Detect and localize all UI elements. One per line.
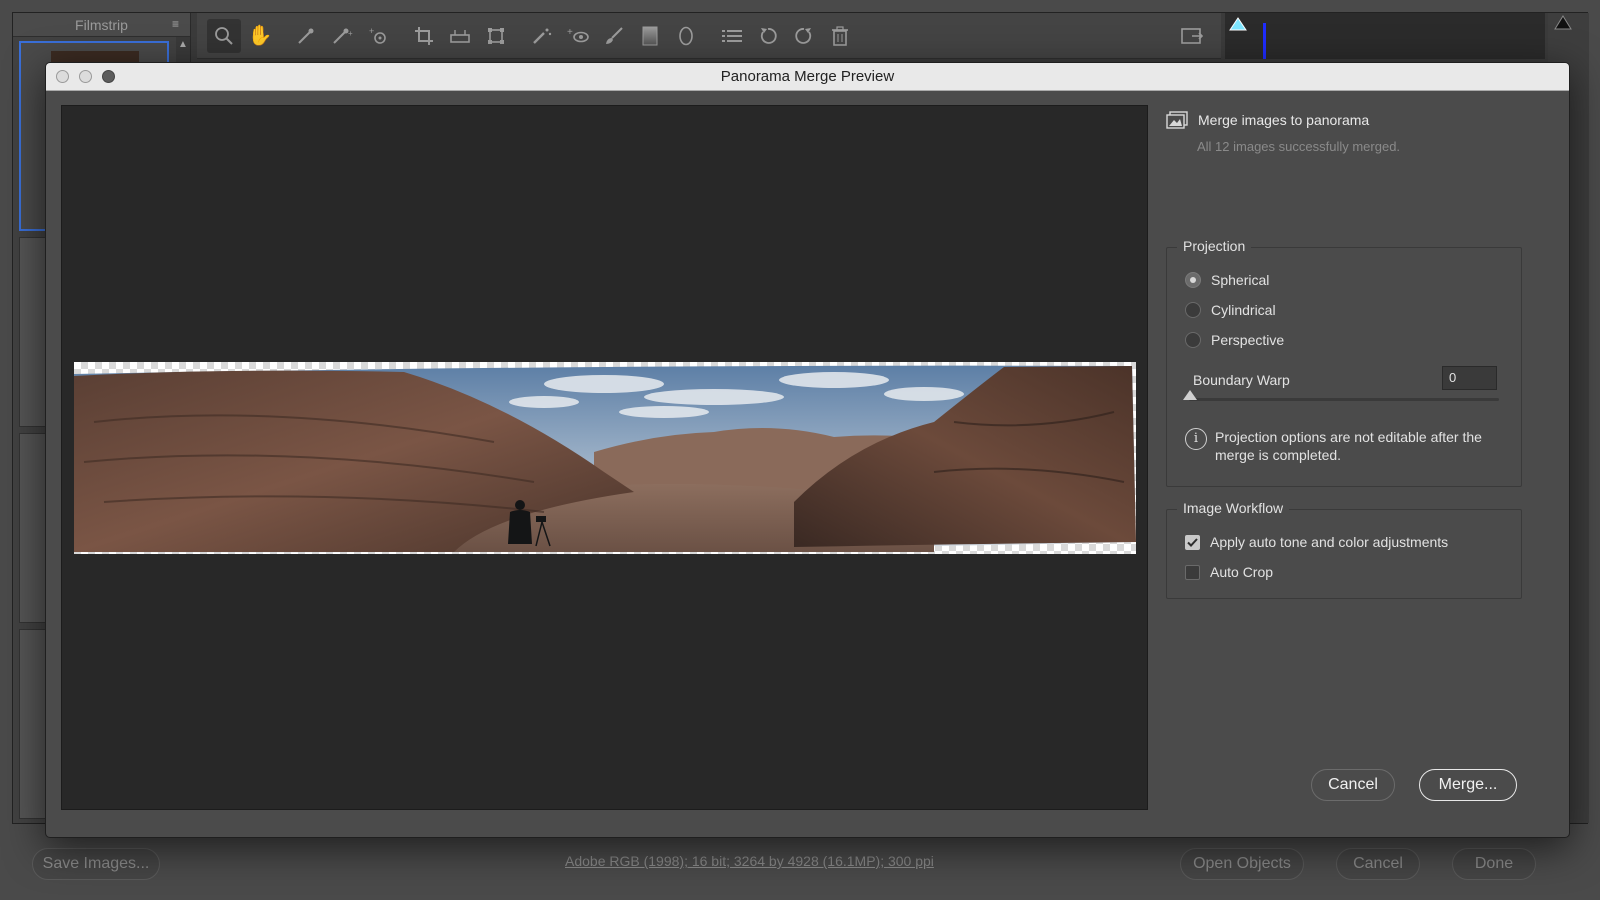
minimize-window-button[interactable]	[79, 70, 92, 83]
toolbar: ✋ + + +	[197, 13, 1221, 59]
graduated-filter-icon[interactable]	[633, 19, 667, 53]
auto-tone-label: Apply auto tone and color adjustments	[1210, 534, 1449, 550]
radio-button[interactable]	[1185, 332, 1201, 348]
auto-tone-checkbox[interactable]	[1185, 534, 1200, 550]
zoom-window-button[interactable]	[102, 70, 115, 83]
cancel-button-bg[interactable]: Cancel	[1336, 848, 1420, 880]
radio-label: Cylindrical	[1211, 302, 1276, 318]
color-sampler-icon[interactable]: +	[325, 19, 359, 53]
radio-label: Spherical	[1211, 272, 1270, 288]
slider-thumb[interactable]	[1183, 390, 1197, 400]
merge-header: Merge images to panorama	[1166, 111, 1369, 129]
merge-options-panel: Merge images to panorama All 12 images s…	[1166, 105, 1556, 810]
info-icon: i	[1185, 428, 1207, 450]
panorama-image	[74, 362, 1136, 554]
panorama-merge-dialog: Panorama Merge Preview Merge images to p…	[45, 62, 1570, 838]
auto-tone-checkbox-row[interactable]: Apply auto tone and color adjustments	[1185, 534, 1448, 550]
save-images-button[interactable]: Save Images...	[32, 848, 160, 880]
fullscreen-icon[interactable]	[1175, 19, 1209, 53]
chevron-up-icon[interactable]: ▲	[178, 39, 188, 50]
open-objects-button[interactable]: Open Objects	[1180, 848, 1304, 880]
panorama-preview	[61, 105, 1148, 810]
svg-text:+: +	[369, 26, 374, 36]
red-eye-icon[interactable]: +	[561, 19, 595, 53]
histogram-curve	[1263, 23, 1266, 59]
crop-icon[interactable]	[407, 19, 441, 53]
image-info-link[interactable]: Adobe RGB (1998); 16 bit; 3264 by 4928 (…	[565, 853, 934, 869]
cancel-button[interactable]: Cancel	[1311, 769, 1395, 801]
workflow-legend: Image Workflow	[1177, 500, 1290, 516]
targeted-adjustment-icon[interactable]: +	[361, 19, 395, 53]
merge-head-label: Merge images to panorama	[1198, 112, 1370, 128]
merge-button[interactable]: Merge...	[1419, 769, 1517, 801]
spot-removal-icon[interactable]	[525, 19, 559, 53]
panorama-icon	[1166, 111, 1188, 129]
list-icon[interactable]	[715, 19, 749, 53]
filmstrip-header: Filmstrip ≡	[13, 13, 190, 37]
histogram	[1225, 13, 1545, 59]
radio-spherical[interactable]: Spherical	[1185, 272, 1269, 288]
projection-info-text: Projection options are not editable afte…	[1215, 429, 1482, 463]
hand-icon[interactable]: ✋	[243, 19, 277, 53]
close-window-button[interactable]	[56, 70, 69, 83]
zoom-icon[interactable]	[207, 18, 241, 53]
radio-label: Perspective	[1211, 332, 1285, 348]
boundary-warp-field[interactable]: 0	[1442, 366, 1497, 390]
radio-button[interactable]	[1185, 272, 1201, 288]
projection-legend: Projection	[1177, 238, 1252, 254]
shadow-clipping-icon[interactable]	[1229, 17, 1247, 31]
image-workflow-group: Image Workflow Apply auto tone and color…	[1166, 500, 1522, 599]
transform-icon[interactable]	[479, 19, 513, 53]
rotate-right-icon[interactable]	[787, 19, 821, 53]
merge-status: All 12 images successfully merged.	[1197, 139, 1401, 154]
auto-crop-checkbox-row[interactable]: Auto Crop	[1185, 564, 1273, 580]
trash-icon[interactable]	[823, 19, 857, 53]
auto-crop-checkbox[interactable]	[1185, 564, 1200, 580]
dialog-titlebar: Panorama Merge Preview	[46, 63, 1569, 91]
svg-text:+: +	[348, 29, 353, 38]
adjustment-brush-icon[interactable]	[597, 19, 631, 53]
radio-button[interactable]	[1185, 302, 1201, 318]
boundary-warp-slider[interactable]	[1189, 398, 1499, 401]
auto-crop-label: Auto Crop	[1210, 564, 1274, 580]
straighten-icon[interactable]	[443, 19, 477, 53]
done-button[interactable]: Done	[1452, 848, 1536, 880]
filmstrip-title: Filmstrip	[75, 16, 128, 33]
svg-text:+: +	[567, 27, 573, 38]
highlight-clipping-icon[interactable]	[1554, 15, 1572, 31]
window-controls	[56, 70, 115, 83]
radio-cylindrical[interactable]: Cylindrical	[1185, 302, 1276, 318]
radio-perspective[interactable]: Perspective	[1185, 332, 1284, 348]
rotate-left-icon[interactable]	[751, 19, 785, 53]
white-balance-icon[interactable]	[289, 19, 323, 53]
boundary-warp-label: Boundary Warp	[1193, 372, 1290, 388]
projection-group: Projection Spherical Cylindrical Perspec…	[1166, 238, 1522, 487]
menu-icon[interactable]: ≡	[172, 18, 184, 30]
dialog-title: Panorama Merge Preview	[720, 68, 895, 85]
radial-filter-icon[interactable]	[669, 19, 703, 53]
